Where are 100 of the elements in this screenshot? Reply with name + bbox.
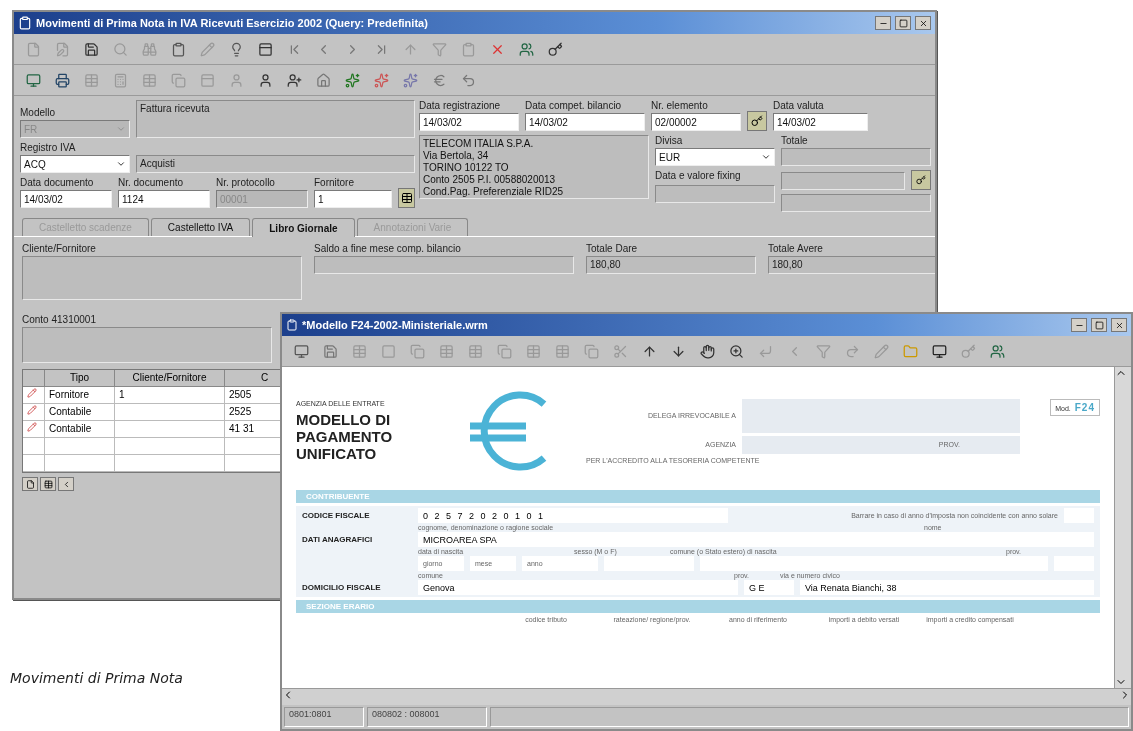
euro-icon <box>431 72 447 88</box>
register-description-field: Acquisti <box>136 155 415 173</box>
table-icon <box>438 343 454 359</box>
return-icon <box>757 343 773 359</box>
close-icon <box>918 18 928 28</box>
scissors-icon <box>612 343 628 359</box>
minimize-button[interactable] <box>875 16 891 30</box>
binoculars-icon <box>141 41 157 57</box>
field-label: Data compet. bilancio <box>525 100 623 111</box>
undo-icon <box>460 72 476 88</box>
lookup-button[interactable] <box>398 188 415 208</box>
table-icon <box>467 343 483 359</box>
province-field[interactable]: G E <box>744 580 794 595</box>
monitor-icon <box>25 72 41 88</box>
table-icon <box>83 72 99 88</box>
window-icon <box>257 41 273 57</box>
register-dropdown[interactable]: ACQ <box>20 155 130 173</box>
fixing-button[interactable] <box>911 170 931 190</box>
caption: Movimenti di Prima Nota <box>10 670 183 686</box>
add-user-icon <box>286 72 302 88</box>
minimize-button[interactable] <box>1071 318 1087 332</box>
name-field[interactable]: MICROAREA SPA <box>418 532 1094 547</box>
field-label: DOMICILIO FISCALE <box>302 583 382 592</box>
tab[interactable]: Castelletto IVA <box>150 218 251 236</box>
city-field[interactable]: Genova <box>418 580 738 595</box>
field-label: Fornitore <box>314 177 355 188</box>
vertical-scrollbar[interactable] <box>1114 367 1131 688</box>
square-icon <box>380 343 396 359</box>
sparkle-icon <box>402 72 418 88</box>
window-title: Movimenti di Prima Nota in IVA Ricevuti Esercizio 2002 (Query: Predefinita) <box>36 17 429 29</box>
input-field[interactable]: 1 <box>314 190 392 208</box>
table-cell <box>45 438 115 455</box>
tax-code-field[interactable]: 0 2 5 7 2 0 2 0 1 0 1 <box>418 508 728 523</box>
row-pencil-icon <box>27 388 37 398</box>
horizontal-scrollbar[interactable] <box>282 688 1131 705</box>
grid-icon <box>141 72 157 88</box>
lookup-button[interactable] <box>747 111 767 131</box>
field-label: Saldo a fine mese comp. bilancio <box>314 243 462 254</box>
key-icon <box>751 115 763 127</box>
address-line: TELECOM ITALIA S.P.A. <box>423 138 535 150</box>
table-cell: Fornitore <box>45 387 115 404</box>
filter-icon <box>815 343 831 359</box>
user-icon <box>257 72 273 88</box>
currency-dropdown[interactable]: EUR <box>655 148 775 166</box>
close-button[interactable] <box>915 16 931 30</box>
date-field[interactable]: 14/03/02 <box>525 113 645 131</box>
status-text: 080802 : 008001 <box>367 707 487 727</box>
description-field: Fattura ricevuta <box>136 100 415 138</box>
nav-button[interactable] <box>22 477 38 491</box>
search-icon <box>112 41 128 57</box>
debit-total-field: 180,80 <box>586 256 756 274</box>
sparkle-icon <box>344 72 360 88</box>
table-icon <box>554 343 570 359</box>
users-icon <box>518 41 534 57</box>
maximize-button[interactable] <box>895 16 911 30</box>
nav-button[interactable] <box>40 477 56 491</box>
save-icon <box>83 41 99 57</box>
app-icon <box>286 319 298 331</box>
fixing-dropdown[interactable] <box>781 172 905 190</box>
row-pencil-icon <box>27 405 37 415</box>
down-arrow-icon <box>670 343 686 359</box>
maximize-button[interactable] <box>1091 318 1107 332</box>
field-label: Nr. protocollo <box>216 177 276 188</box>
printer-icon <box>54 72 70 88</box>
input-field[interactable]: 02/00002 <box>651 113 741 131</box>
sparkle-icon <box>373 72 389 88</box>
pencil-icon <box>199 41 215 57</box>
key-icon <box>547 41 563 57</box>
table-cell: Contabile <box>45 421 115 438</box>
tab[interactable]: Libro Giornale <box>252 218 355 237</box>
window-title: *Modello F24-2002-Ministeriale.wrm <box>302 319 489 331</box>
field-label: DATI ANAGRAFICI <box>302 535 374 544</box>
field-label: Conto 41310001 <box>22 314 97 325</box>
panel-icon <box>199 72 215 88</box>
address-line: Via Bertola, 34 <box>423 150 490 162</box>
section-header: SEZIONE ERARIO <box>296 600 1100 613</box>
input-field[interactable]: 14/03/02 <box>20 190 112 208</box>
filter-icon <box>431 41 447 57</box>
close-icon <box>1114 320 1124 330</box>
hand-icon <box>699 343 715 359</box>
pencil-icon <box>873 343 889 359</box>
key-icon <box>960 343 976 359</box>
file-icon <box>25 41 41 57</box>
date-field[interactable]: 14/03/02 <box>419 113 519 131</box>
file-icon <box>25 479 35 489</box>
grid-icon <box>400 192 413 204</box>
zoom-icon <box>728 343 744 359</box>
field-label: Data e valore fixing <box>655 170 742 181</box>
table-cell: Contabile <box>45 404 115 421</box>
copy-icon <box>496 343 512 359</box>
bank-field[interactable] <box>742 398 1020 433</box>
monitor-icon <box>931 343 947 359</box>
address-field[interactable]: Via Renata Bianchi, 38 <box>800 580 1094 595</box>
input-field[interactable]: 1124 <box>118 190 210 208</box>
clipboard-icon <box>460 41 476 57</box>
close-button[interactable] <box>1111 318 1127 332</box>
monitor-icon <box>293 343 309 359</box>
date-field[interactable]: 14/03/02 <box>773 113 868 131</box>
house-icon <box>315 72 331 88</box>
credit-total-field: 180,80 <box>768 256 935 274</box>
